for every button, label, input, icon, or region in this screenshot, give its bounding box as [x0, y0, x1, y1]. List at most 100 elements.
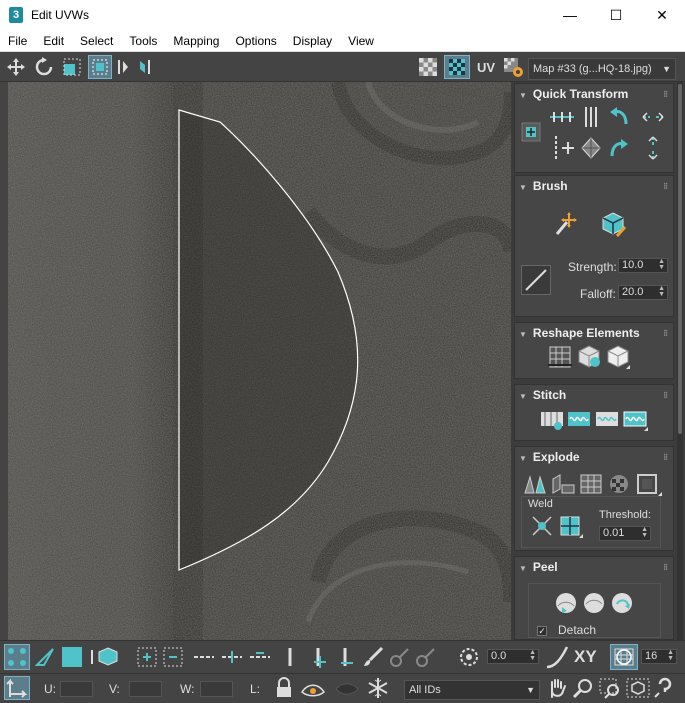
stitch-to-source-button[interactable]: [622, 406, 648, 435]
ring-select-button[interactable]: [283, 646, 297, 671]
spinner-arrows-icon[interactable]: ▲ ▼: [529, 649, 536, 662]
rotate-ccw-button[interactable]: [606, 104, 632, 133]
brush-falloff-type-button[interactable]: [521, 265, 551, 298]
menu-options[interactable]: Options: [227, 34, 284, 48]
hide-unhide-button[interactable]: [300, 677, 326, 702]
spread-vertical-button[interactable]: [640, 134, 666, 165]
zoom-extents-button[interactable]: [625, 677, 651, 702]
freeform-button[interactable]: [88, 55, 112, 79]
checker-display-button[interactable]: [416, 55, 440, 79]
menu-edit[interactable]: Edit: [35, 34, 72, 48]
paint-move-button[interactable]: [551, 210, 579, 241]
stitch-to-target-button[interactable]: [566, 406, 592, 435]
texture-settings-button[interactable]: [500, 55, 526, 79]
spinner-arrows-icon[interactable]: ▲ ▼: [658, 285, 665, 298]
weld-target-button[interactable]: [557, 513, 583, 542]
rotate-button[interactable]: [32, 55, 56, 79]
pan-button[interactable]: [546, 677, 568, 702]
minimize-button[interactable]: —: [547, 0, 593, 30]
straighten-selection-button[interactable]: [546, 343, 574, 374]
soft-selection-button[interactable]: [545, 645, 571, 672]
vertex-mode-button[interactable]: [4, 644, 30, 670]
grow-selection-button[interactable]: [136, 646, 158, 671]
help-button[interactable]: [653, 677, 677, 702]
reshape-elements-header[interactable]: ▼ Reshape Elements ⁝⁝: [515, 323, 673, 343]
paint-shrink-button[interactable]: [414, 646, 436, 671]
stitch-header[interactable]: ▼ Stitch ⁝⁝: [515, 385, 673, 405]
element-mode-button[interactable]: [91, 646, 119, 671]
align-to-edge-button[interactable]: [548, 134, 576, 165]
flip-button[interactable]: [136, 55, 156, 79]
move-button[interactable]: [4, 55, 28, 79]
freeze-button[interactable]: [367, 677, 389, 702]
relax-settings-button[interactable]: [604, 343, 632, 374]
v-coordinate-input[interactable]: [129, 681, 162, 697]
rotate-cw-button[interactable]: [606, 134, 632, 165]
maximize-button[interactable]: ☐: [593, 0, 639, 30]
straighten-button[interactable]: [578, 134, 604, 165]
lock-selection-button[interactable]: [274, 677, 294, 702]
loop-select-button[interactable]: [192, 646, 216, 671]
loop-shrink-button[interactable]: [248, 646, 272, 671]
threshold-spinner[interactable]: 0.01 ▲ ▼: [599, 526, 651, 541]
u-label: U:: [44, 682, 56, 696]
weld-selected-button[interactable]: [529, 513, 555, 542]
texture-map-dropdown[interactable]: Map #33 (g...HQ-18.jpg) ▼: [528, 58, 676, 80]
stitch-custom-button[interactable]: [539, 406, 565, 435]
panel-scroll-thumb[interactable]: [678, 84, 682, 434]
menu-display[interactable]: Display: [285, 34, 340, 48]
menu-mapping[interactable]: Mapping: [165, 34, 227, 48]
texture-display-button[interactable]: [444, 55, 470, 79]
edge-mode-button[interactable]: [34, 646, 56, 671]
explode-header[interactable]: ▼ Explode ⁝⁝: [515, 447, 673, 467]
relax-until-flat-button[interactable]: [575, 343, 603, 374]
w-coordinate-input[interactable]: [200, 681, 233, 697]
scale-button[interactable]: [60, 55, 84, 79]
u-coordinate-input[interactable]: [60, 681, 93, 697]
grid-size-spinner[interactable]: 16 ▲ ▼: [641, 649, 677, 664]
quick-peel-button[interactable]: [553, 590, 579, 619]
spinner-arrows-icon[interactable]: ▲ ▼: [641, 526, 648, 539]
align-vertical-button[interactable]: [578, 104, 604, 133]
relax-brush-button[interactable]: [599, 210, 627, 241]
close-button[interactable]: ✕: [639, 0, 685, 30]
detach-checkbox[interactable]: ✓: [537, 626, 547, 636]
spread-horizontal-button[interactable]: [640, 104, 666, 133]
zoom-button[interactable]: [572, 677, 594, 702]
falloff-spinner[interactable]: 20.0 ▲ ▼: [618, 285, 668, 300]
quick-transform-header[interactable]: ▼ Quick Transform ⁝⁝: [515, 84, 673, 104]
material-id-dropdown[interactable]: All IDs ▼: [404, 680, 540, 700]
menu-file[interactable]: File: [0, 34, 35, 48]
mirror-button[interactable]: [116, 55, 136, 79]
polygon-mode-button[interactable]: [61, 646, 83, 671]
stitch-average-button[interactable]: [594, 406, 620, 435]
brush-header[interactable]: ▼ Brush ⁝⁝: [515, 176, 673, 196]
paint-select-button[interactable]: [362, 646, 384, 671]
spinner-arrows-icon[interactable]: ▲ ▼: [658, 258, 665, 271]
grid-snap-button[interactable]: [610, 644, 638, 670]
strength-spinner[interactable]: 10.0 ▲ ▼: [618, 258, 668, 273]
peel-reset-button[interactable]: [609, 590, 637, 619]
zoom-region-button[interactable]: [598, 677, 622, 702]
align-to-pivot-button[interactable]: [520, 121, 542, 146]
paint-grow-button[interactable]: [388, 646, 410, 671]
shrink-selection-button[interactable]: [162, 646, 184, 671]
menu-select[interactable]: Select: [72, 34, 121, 48]
absolute-offset-toggle[interactable]: [4, 676, 30, 700]
rotation-snap-button[interactable]: [456, 646, 482, 671]
loop-grow-button[interactable]: [220, 646, 244, 671]
rotation-spinner[interactable]: 0.0 ▲ ▼: [487, 649, 539, 664]
menu-tools[interactable]: Tools: [121, 34, 165, 48]
align-horizontal-button[interactable]: [548, 104, 576, 133]
weld-target-icon: [560, 516, 583, 538]
menu-view[interactable]: View: [340, 34, 382, 48]
filter-selected-faces-button[interactable]: [334, 677, 360, 702]
uv-axis-button[interactable]: UV: [473, 55, 499, 79]
spinner-arrows-icon[interactable]: ▲ ▼: [667, 649, 674, 662]
peel-mode-button[interactable]: [581, 590, 607, 619]
uv-editor-viewport[interactable]: [8, 82, 511, 640]
ring-shrink-button[interactable]: [336, 646, 358, 671]
peel-header[interactable]: ▼ Peel ⁝⁝: [515, 557, 673, 577]
xy-axis-button[interactable]: XY: [574, 647, 597, 667]
ring-grow-button[interactable]: [309, 646, 331, 671]
